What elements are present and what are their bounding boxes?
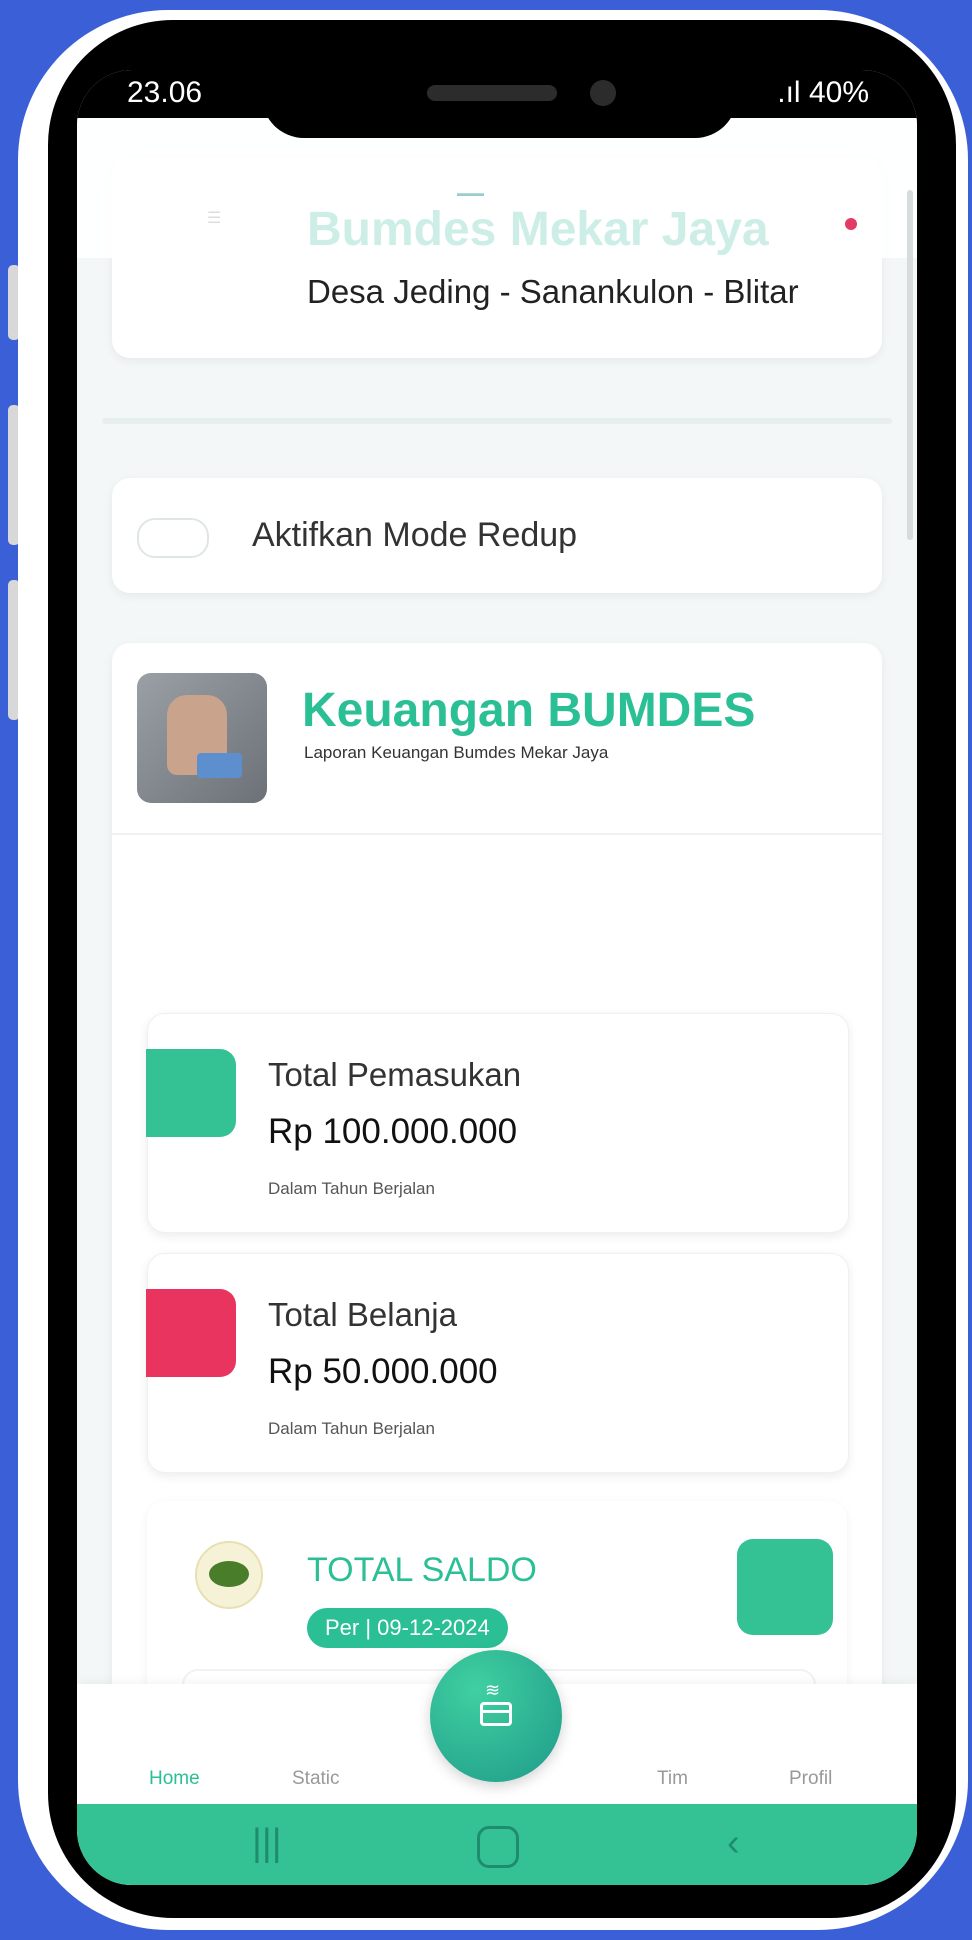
income-card[interactable]: Total Pemasukan Rp 100.000.000 Dalam Tah… bbox=[146, 1013, 849, 1233]
finance-divider bbox=[112, 833, 882, 835]
app-subtitle: Desa Jeding - Sanankulon - Blitar bbox=[307, 273, 799, 310]
nav-tim[interactable]: Tim bbox=[657, 1768, 688, 1790]
system-nav-bar: ||| ‹ bbox=[77, 1804, 917, 1885]
camera-icon bbox=[590, 80, 616, 106]
notification-dot[interactable] bbox=[845, 218, 857, 230]
app-screen: ☰ ▬▬▬ Bumdes Mekar Jaya Desa Jeding - Sa… bbox=[77, 70, 917, 1885]
dark-mode-toggle[interactable] bbox=[137, 518, 209, 558]
section-divider bbox=[102, 418, 892, 424]
expense-value: Rp 50.000.000 bbox=[268, 1352, 498, 1391]
scrollbar[interactable] bbox=[907, 190, 913, 540]
recent-apps-icon[interactable]: ||| bbox=[252, 1822, 282, 1865]
expense-note: Dalam Tahun Berjalan bbox=[268, 1419, 435, 1438]
card-stripe bbox=[480, 1710, 512, 1713]
balance-date-badge: Per | 09-12-2024 bbox=[307, 1608, 508, 1648]
finance-title: Keuangan BUMDES bbox=[302, 684, 756, 737]
status-time: 23.06 bbox=[127, 76, 203, 109]
income-label: Total Pemasukan bbox=[268, 1056, 522, 1093]
signal-icon: .ıl bbox=[777, 76, 801, 109]
payment-fab-button[interactable]: ≋ bbox=[430, 1650, 562, 1782]
balance-action-button[interactable] bbox=[737, 1539, 833, 1635]
income-note: Dalam Tahun Berjalan bbox=[268, 1179, 435, 1198]
back-icon[interactable]: ‹ bbox=[727, 1822, 740, 1865]
contactless-icon: ≋ bbox=[485, 1680, 501, 1700]
nav-profil[interactable]: Profil bbox=[789, 1768, 832, 1790]
dark-mode-label: Aktifkan Mode Redup bbox=[252, 516, 578, 554]
balance-title: TOTAL SALDO bbox=[307, 1551, 537, 1589]
finance-subtitle: Laporan Keuangan Bumdes Mekar Jaya bbox=[304, 743, 609, 762]
status-battery: .ıl 40% bbox=[777, 76, 869, 110]
nav-static[interactable]: Static bbox=[292, 1768, 340, 1790]
expense-label: Total Belanja bbox=[268, 1296, 457, 1333]
income-color-marker bbox=[146, 1049, 236, 1137]
menu-icon[interactable]: ☰ bbox=[207, 208, 221, 228]
header-logo: ▬▬▬ bbox=[457, 188, 484, 198]
expense-card[interactable]: Total Belanja Rp 50.000.000 Dalam Tahun … bbox=[146, 1253, 849, 1473]
nav-home[interactable]: Home bbox=[149, 1768, 200, 1790]
leaf-icon bbox=[209, 1561, 249, 1587]
card-icon bbox=[197, 753, 242, 778]
expense-color-marker bbox=[146, 1289, 236, 1377]
app-title: Bumdes Mekar Jaya bbox=[307, 203, 769, 256]
income-value: Rp 100.000.000 bbox=[268, 1112, 518, 1151]
speaker-grille bbox=[427, 85, 557, 101]
finance-thumbnail bbox=[137, 673, 267, 803]
home-icon[interactable] bbox=[477, 1826, 519, 1868]
dark-mode-card[interactable]: Aktifkan Mode Redup bbox=[112, 478, 882, 593]
battery-level: 40% bbox=[808, 76, 869, 109]
camera-notch bbox=[262, 70, 737, 138]
card-payment-icon bbox=[480, 1702, 512, 1726]
bumdes-logo bbox=[195, 1541, 263, 1609]
